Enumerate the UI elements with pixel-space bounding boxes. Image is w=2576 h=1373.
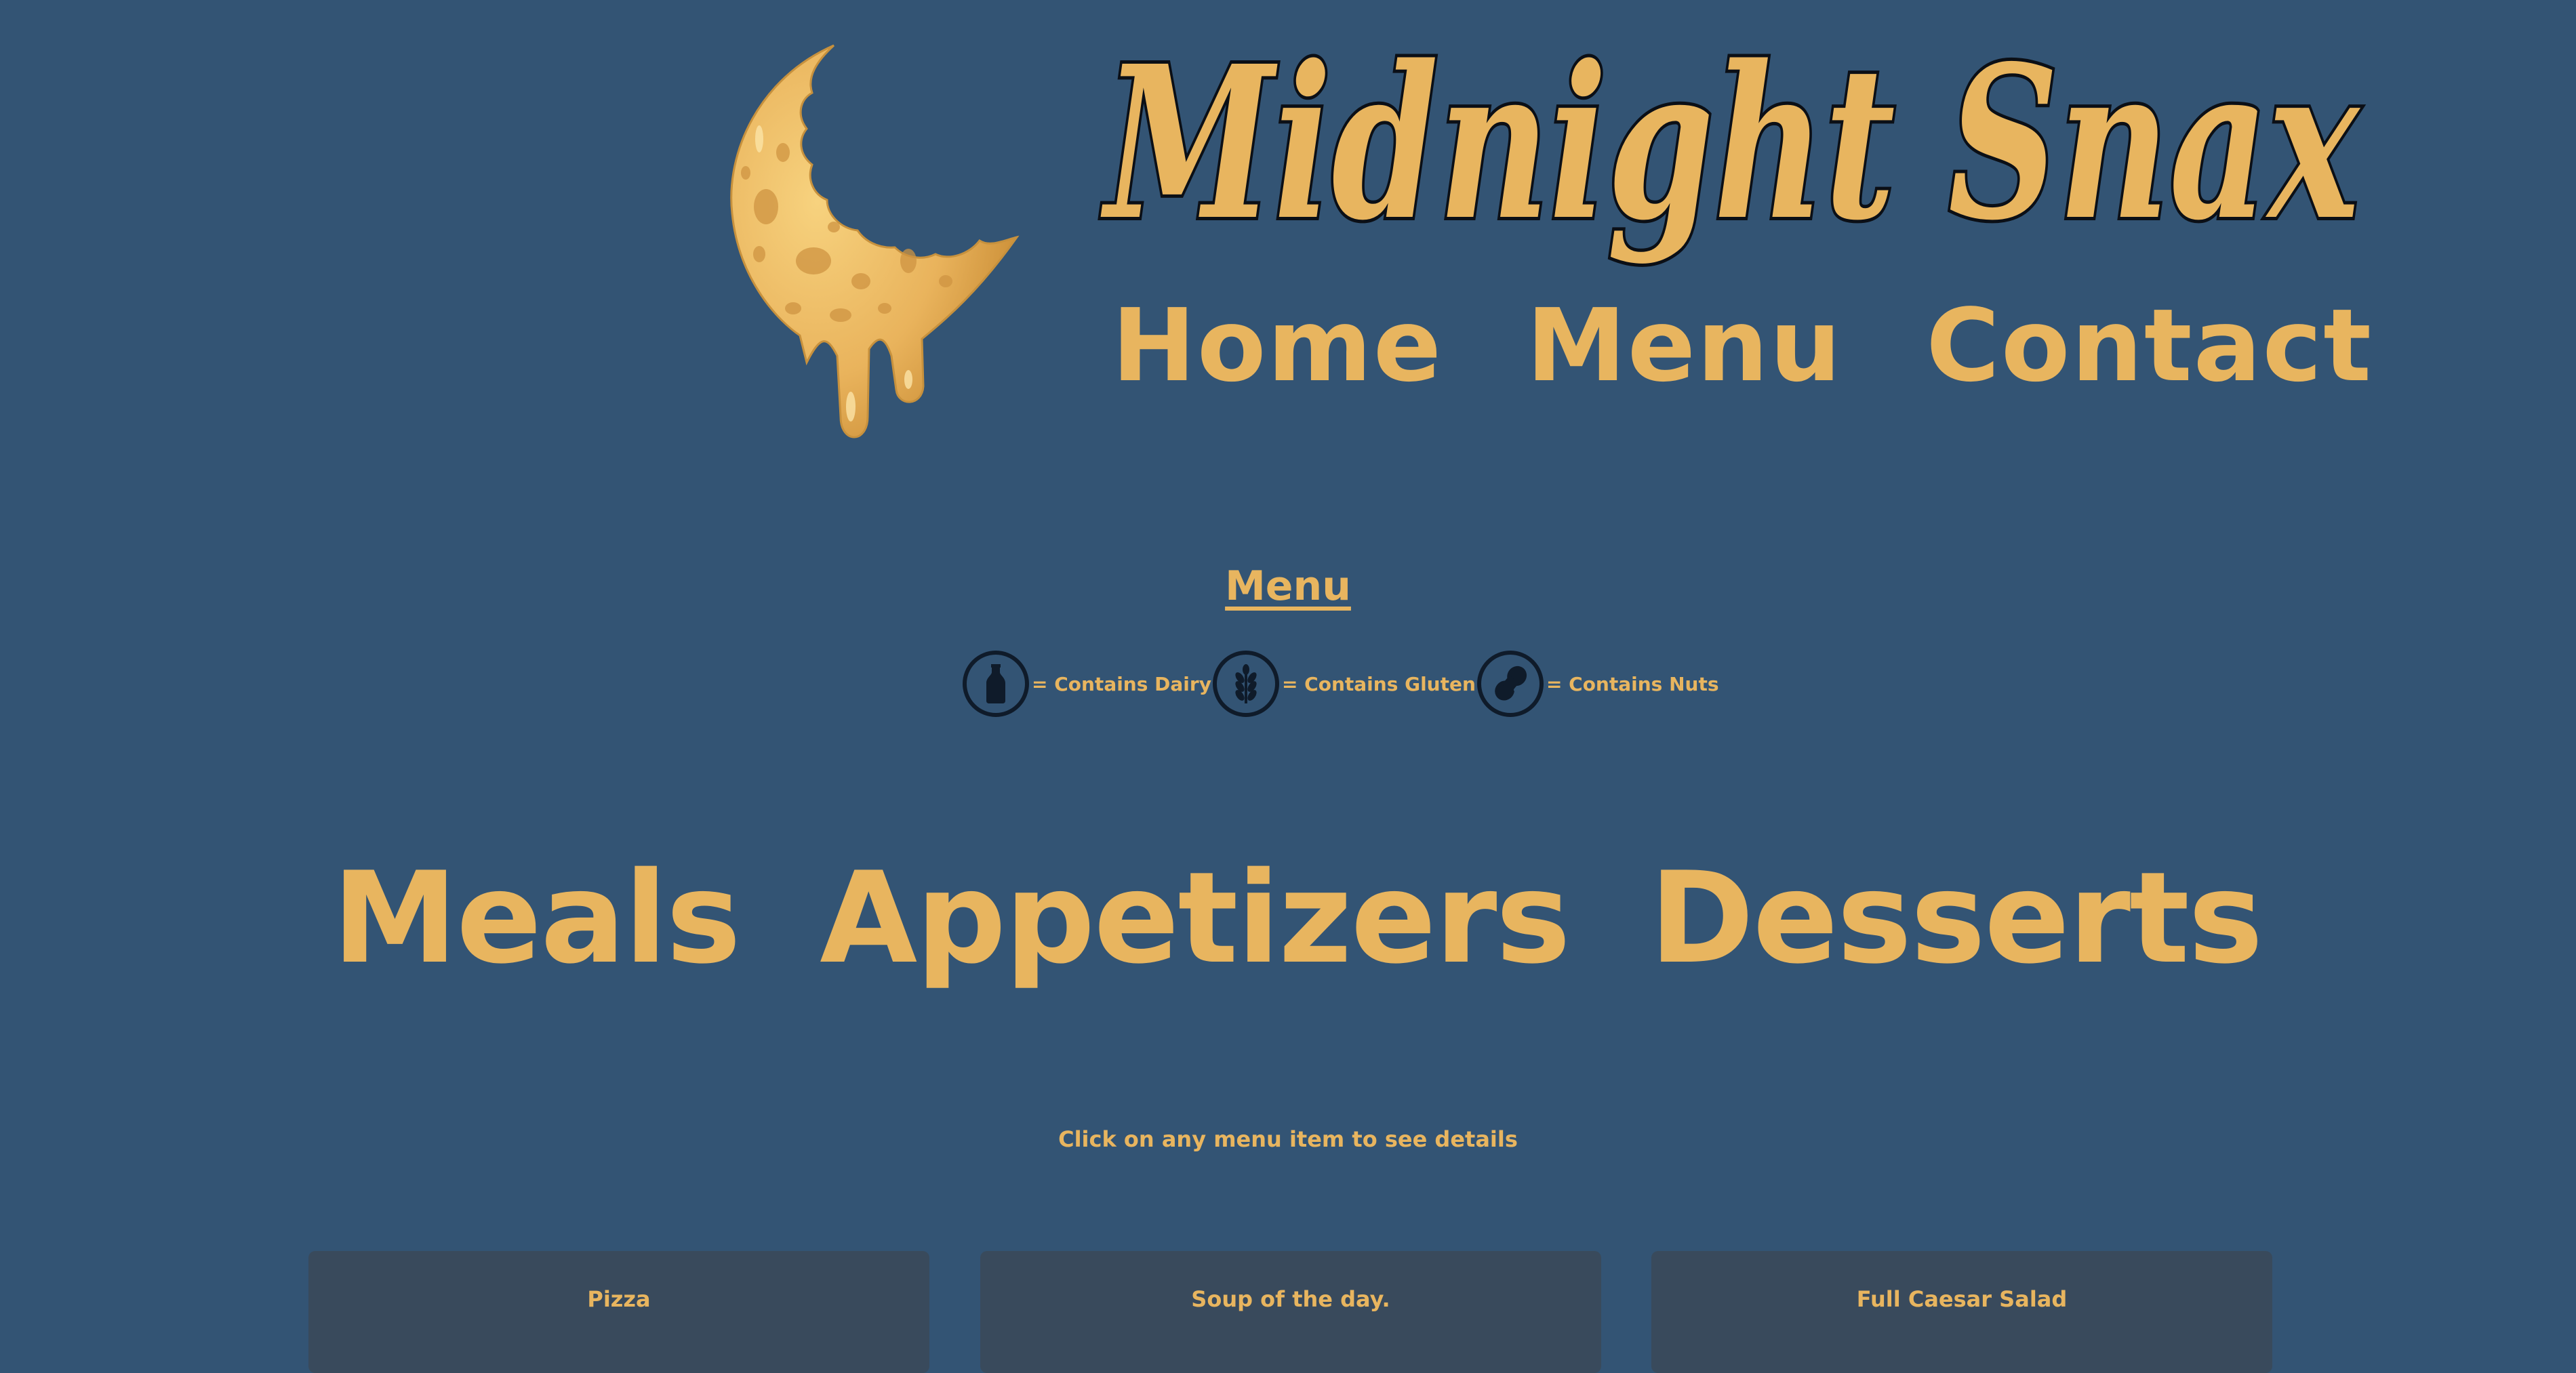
menu-hint: Click on any menu item to see details [1058,1126,1518,1152]
brand-title-wordmark: Midnight Snax [1097,17,2364,270]
milk-bottle-icon [963,651,1029,717]
legend-gluten-label: = Contains Gluten [1281,672,1476,695]
legend-dairy-label: = Contains Dairy [1032,672,1211,695]
legend-dairy: = Contains Dairy [963,651,1213,717]
menu-categories: Meals Appetizers Desserts [332,851,2263,986]
logo [719,37,1030,464]
menu-item-title: Soup of the day. [1191,1286,1390,1312]
category-meals[interactable]: Meals [332,855,741,981]
melting-cheese-moon-icon [730,44,1020,438]
brand-title[interactable]: Midnight Snax [1085,14,2386,291]
top-nav: Home Menu Contact [1112,278,2373,413]
legend-gluten: = Contains Gluten [1212,651,1477,717]
legend-nuts: = Contains Nuts [1476,651,1720,717]
allergen-legend: = Contains Dairy = Contains Gluten = Con… [963,649,1720,718]
brand-title-text: Midnight Snax [1100,20,2361,267]
category-desserts[interactable]: Desserts [1649,855,2263,981]
nav-home[interactable]: Home [1112,295,1443,396]
nav-menu[interactable]: Menu [1526,295,1842,396]
peanut-icon [1476,651,1544,717]
legend-nuts-label: = Contains Nuts [1546,672,1719,695]
menu-item-card[interactable]: Pizza [308,1251,929,1373]
wheat-icon [1212,651,1279,717]
menu-item-title: Full Caesar Salad [1856,1286,2068,1312]
menu-heading: Menu [1225,562,1351,610]
category-appetizers[interactable]: Appetizers [820,855,1571,981]
menu-item-card[interactable]: Full Caesar Salad [1651,1251,2272,1373]
nav-contact[interactable]: Contact [1926,295,2373,396]
menu-item-card[interactable]: Soup of the day. [980,1251,1601,1373]
menu-item-title: Pizza [587,1286,651,1312]
